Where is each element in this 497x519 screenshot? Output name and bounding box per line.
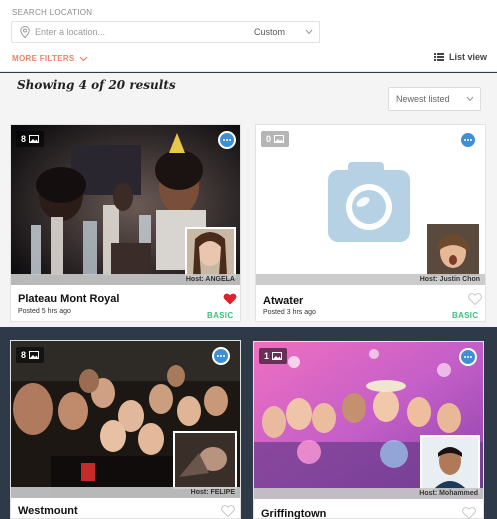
host-avatar[interactable] — [425, 222, 481, 278]
host-avatar[interactable] — [420, 435, 480, 493]
image-icon — [274, 135, 285, 143]
chat-icon[interactable] — [459, 348, 477, 366]
image-icon — [29, 351, 40, 359]
listing-title[interactable]: Griffingtown — [261, 508, 326, 519]
listing-card[interactable]: 0 Host: Justin Chon Atwater Posted 3 hrs… — [255, 124, 486, 322]
photo-count-value: 1 — [264, 351, 270, 361]
chat-icon[interactable] — [212, 347, 230, 365]
image-icon — [272, 352, 283, 360]
listing-title[interactable]: Westmount — [18, 505, 78, 517]
listing-photo[interactable]: 8 Host: ANGELA — [11, 125, 240, 285]
image-icon — [29, 135, 40, 143]
sort-select[interactable]: Newest listed — [388, 87, 481, 111]
chevron-down-icon — [305, 29, 313, 35]
heart-icon[interactable] — [223, 293, 237, 305]
heart-icon[interactable] — [462, 507, 476, 519]
photo-count-value: 0 — [266, 134, 272, 144]
photo-count: 8 — [16, 131, 45, 147]
listing-photo[interactable]: 0 Host: Justin Chon — [256, 125, 485, 285]
results-summary: Showing 4 of 20 results — [17, 78, 176, 92]
listing-photo[interactable]: 8 Host: FELIPE — [11, 341, 240, 498]
location-field[interactable] — [11, 21, 247, 43]
more-filters-toggle[interactable]: MORE FILTERS — [12, 54, 88, 63]
range-select[interactable]: Custom — [246, 21, 320, 43]
more-filters-label: MORE FILTERS — [12, 54, 75, 63]
host-name: Host: Justin Chon — [256, 274, 485, 285]
photo-count: 0 — [261, 131, 290, 147]
list-view-toggle[interactable]: List view — [434, 52, 487, 62]
list-view-label: List view — [449, 52, 488, 62]
sort-select-value: Newest listed — [396, 94, 450, 104]
photo-count-value: 8 — [21, 134, 27, 144]
chevron-down-icon — [466, 96, 474, 102]
host-avatar[interactable] — [173, 431, 237, 489]
tier-badge: BASIC — [207, 311, 234, 320]
heart-icon[interactable] — [221, 505, 235, 517]
listing-photo[interactable]: 1 Host: Mohammed — [254, 342, 483, 499]
range-select-value: Custom — [254, 27, 286, 37]
host-name: Host: ANGELA — [11, 274, 240, 285]
posted-time: Posted 3 hrs ago — [263, 309, 316, 316]
list-icon — [434, 53, 444, 61]
tier-badge: BASIC — [452, 311, 479, 320]
search-location-label: SEARCH LOCATION — [12, 8, 93, 17]
posted-time: Posted 5 hrs ago — [18, 308, 71, 315]
chat-icon[interactable] — [459, 131, 477, 149]
listing-title[interactable]: Plateau Mont Royal — [18, 293, 119, 305]
listing-title[interactable]: Atwater — [263, 295, 303, 307]
listing-card[interactable]: 8 Host: FELIPE Westmount — [10, 340, 241, 519]
chat-icon[interactable] — [218, 131, 236, 149]
host-avatar[interactable] — [185, 227, 236, 278]
photo-count: 1 — [259, 348, 288, 364]
photo-count: 8 — [16, 347, 45, 363]
photo-count-value: 8 — [21, 350, 27, 360]
host-name: Host: Mohammed — [254, 488, 483, 499]
location-input[interactable] — [35, 27, 235, 37]
chevron-down-icon — [79, 56, 87, 61]
map-pin-icon — [20, 26, 30, 38]
heart-icon[interactable] — [468, 293, 482, 305]
host-name: Host: FELIPE — [11, 487, 240, 498]
listing-card[interactable]: 1 Host: Mohammed Griffingtown — [253, 341, 484, 519]
filter-bar: SEARCH LOCATION Custom MORE FILTERS List… — [0, 0, 497, 72]
listing-card[interactable]: 8 Host: ANGELA Plateau Mont Royal Posted… — [10, 124, 241, 322]
